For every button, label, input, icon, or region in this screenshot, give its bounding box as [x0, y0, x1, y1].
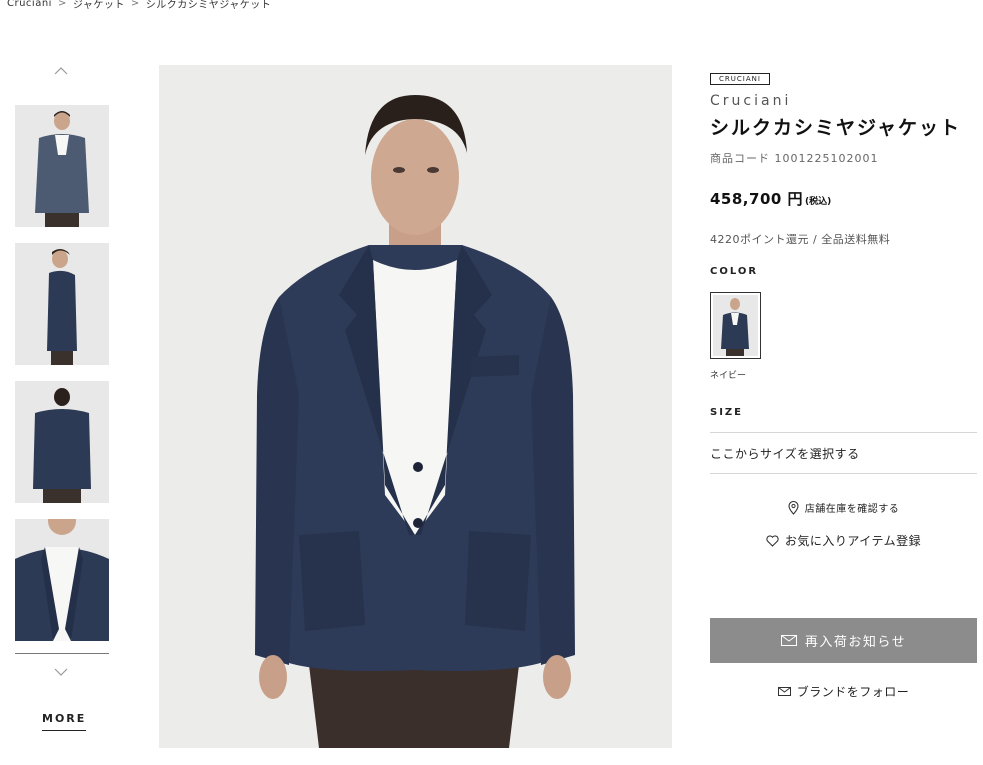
tax-note: (税込) [805, 197, 832, 207]
thumbnail-divider [15, 653, 109, 654]
restock-notify-button[interactable]: 再入荷お知らせ [710, 618, 977, 663]
product-code: 商品コード 1001225102001 [710, 152, 879, 165]
product-title: シルクカシミヤジャケット [710, 117, 962, 139]
mail-icon [777, 687, 791, 696]
price: 458,700 円 [710, 190, 804, 208]
points-info: 4220ポイント還元 / 全品送料無料 [710, 233, 891, 246]
size-label: SIZE [710, 407, 744, 418]
heart-icon [766, 534, 779, 547]
breadcrumb-separator: > [130, 0, 140, 9]
thumbnail-down-arrow-icon[interactable] [54, 667, 68, 681]
product-info: CRUCIANI Cruciani シルクカシミヤジャケット 商品コード 100… [710, 66, 977, 699]
thumbnail-front[interactable] [15, 105, 109, 227]
favorite-link[interactable]: お気に入りアイテム登録 [710, 532, 977, 549]
thumbnail-back[interactable] [15, 381, 109, 503]
color-swatch-navy[interactable] [710, 292, 761, 359]
thumbnail-detail[interactable] [15, 519, 109, 641]
favorite-label: お気に入りアイテム登録 [784, 534, 922, 548]
more-button[interactable]: MORE [42, 712, 87, 731]
restock-notify-label: 再入荷お知らせ [804, 635, 907, 650]
store-stock-link[interactable]: 店舗在庫を確認する [710, 500, 977, 515]
thumbnail-side[interactable] [15, 243, 109, 365]
breadcrumb-category[interactable]: ジャケット [73, 0, 125, 11]
map-pin-icon [788, 500, 799, 515]
breadcrumb-separator: > [57, 0, 67, 9]
follow-brand-label: ブランドをフォロー [796, 685, 910, 699]
store-stock-label: 店舗在庫を確認する [804, 504, 900, 515]
follow-brand-link[interactable]: ブランドをフォロー [710, 683, 977, 700]
mail-icon [780, 635, 797, 646]
breadcrumb-current: シルクカシミヤジャケット [145, 0, 272, 11]
product-page: Cruciani > ジャケット > シルクカシミヤジャケット MORE CRU… [0, 0, 983, 765]
brand-name[interactable]: Cruciani [710, 93, 977, 109]
main-product-image[interactable] [159, 65, 672, 748]
price-row: 458,700 円 (税込) [710, 188, 977, 209]
breadcrumb-brand[interactable]: Cruciani [7, 0, 52, 9]
brand-badge[interactable]: CRUCIANI [710, 73, 770, 85]
color-swatch-name: ネイビー [710, 371, 747, 381]
breadcrumb: Cruciani > ジャケット > シルクカシミヤジャケット [7, 0, 271, 11]
color-label: COLOR [710, 266, 759, 277]
thumbnail-up-arrow-icon[interactable] [54, 66, 68, 80]
size-select[interactable]: ここからサイズを選択する [710, 432, 977, 474]
